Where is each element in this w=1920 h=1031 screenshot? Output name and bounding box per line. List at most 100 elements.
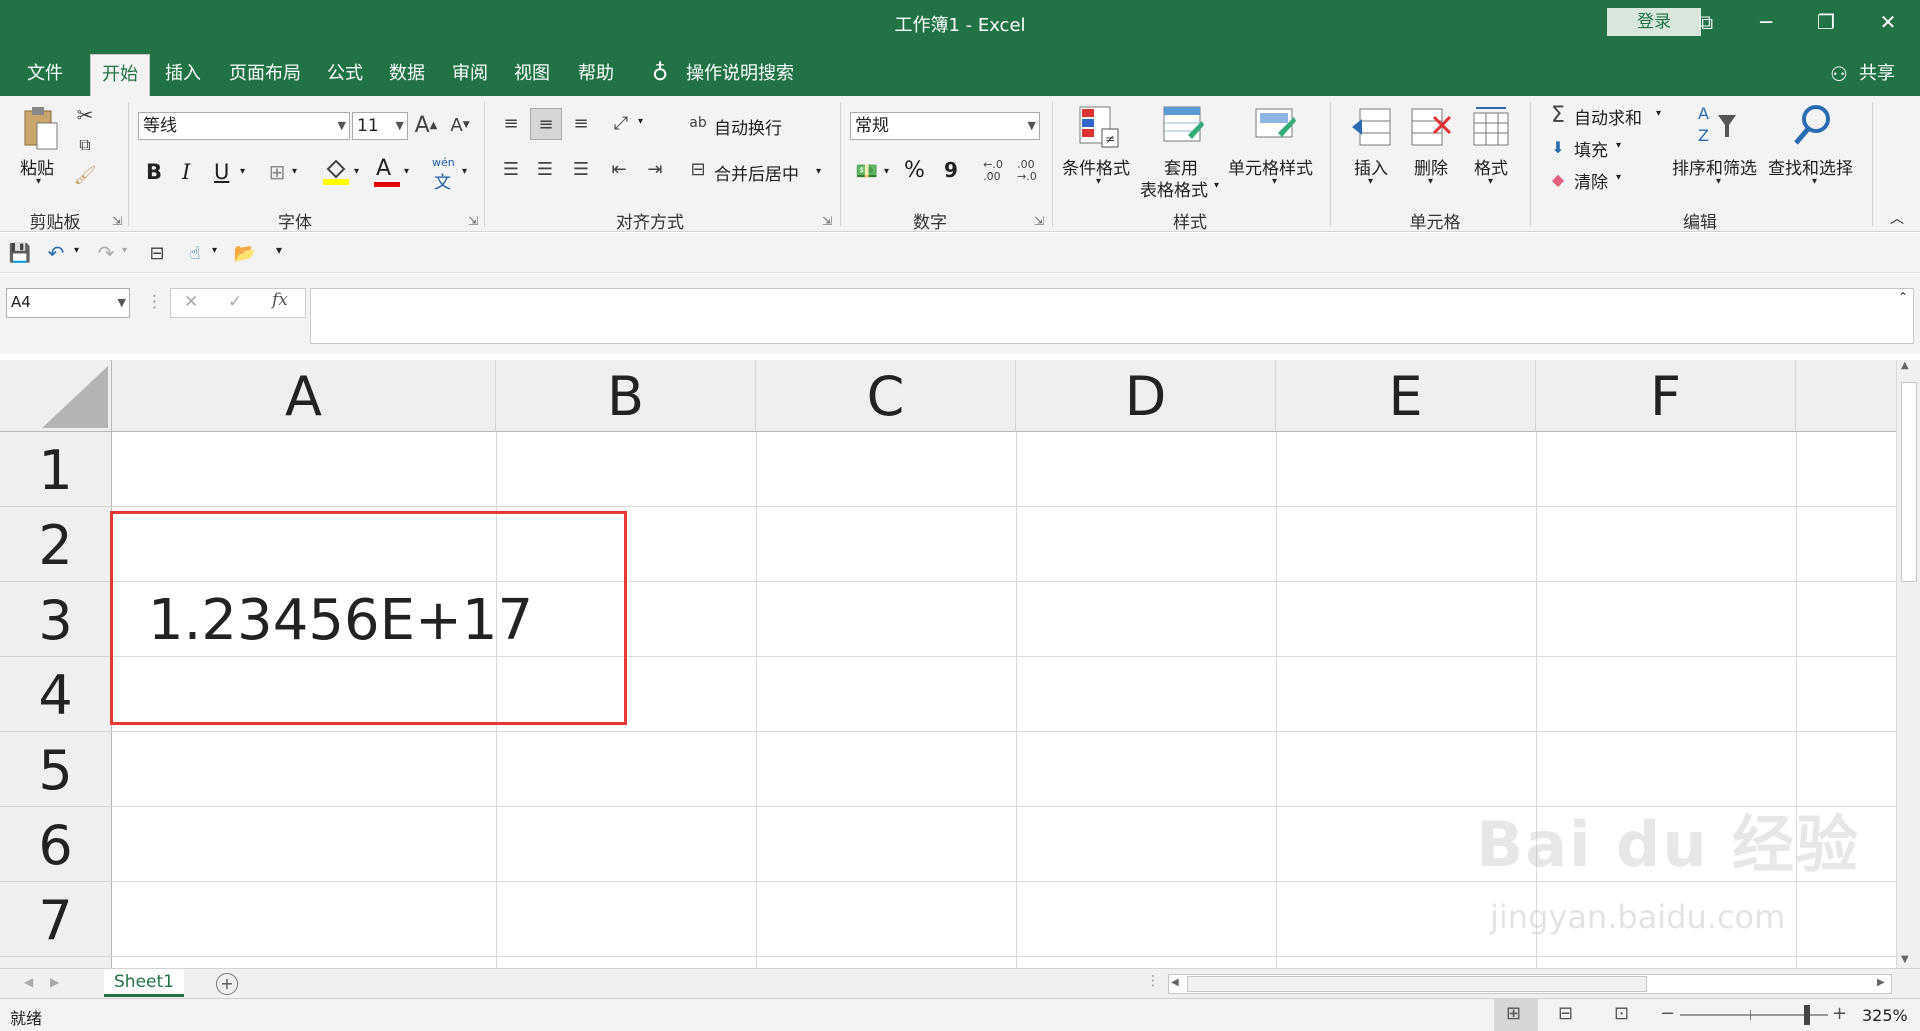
autosum-button[interactable]: 自动求和 [1574, 104, 1642, 129]
autosum-icon[interactable]: Σ [1546, 102, 1570, 128]
vertical-scroll-thumb[interactable] [1901, 382, 1917, 582]
scroll-down-icon[interactable]: ▼ [1901, 954, 1909, 965]
format-as-table-icon[interactable] [1160, 104, 1206, 150]
fill-color-dropdown-icon[interactable]: ▾ [354, 166, 359, 177]
scroll-left-icon[interactable]: ◀ [1171, 977, 1179, 988]
delete-cells-icon[interactable] [1408, 104, 1454, 150]
autosum-dropdown-icon[interactable]: ▾ [1656, 108, 1661, 119]
align-top-icon[interactable]: ≡ [496, 108, 526, 138]
cut-icon[interactable]: ✂ [72, 102, 98, 128]
open-folder-icon[interactable]: 📂 [232, 241, 258, 265]
collapse-ribbon-icon[interactable]: ︿ [1890, 208, 1904, 228]
touch-dropdown-icon[interactable]: ▾ [212, 245, 217, 256]
tab-home[interactable]: 开始 [90, 54, 150, 96]
clear-button[interactable]: 清除 [1574, 168, 1608, 193]
undo-dropdown-icon[interactable]: ▾ [74, 245, 79, 256]
orientation-dropdown-icon[interactable]: ▾ [638, 116, 643, 127]
insert-function-button[interactable]: fx [272, 290, 288, 310]
font-color-button[interactable]: A [376, 156, 391, 181]
row-header-4[interactable]: 4 [0, 657, 112, 732]
align-middle-icon[interactable]: ≡ [530, 108, 562, 140]
italic-button[interactable]: I [182, 160, 190, 184]
customize-qat-icon[interactable]: ▾ [276, 243, 282, 257]
restore-icon[interactable]: ❐ [1796, 0, 1856, 44]
accounting-dropdown-icon[interactable]: ▾ [884, 166, 889, 177]
cell-styles-icon[interactable] [1252, 104, 1298, 150]
column-header-e[interactable]: E [1276, 360, 1536, 432]
row-header-3[interactable]: 3 [0, 582, 112, 657]
zoom-out-icon[interactable]: − [1660, 1003, 1675, 1024]
number-format-select[interactable]: 常规 ▼ [850, 112, 1040, 140]
page-setup-icon[interactable]: ⊟ [144, 241, 170, 265]
paste-icon[interactable] [18, 104, 64, 154]
tab-page-layout[interactable]: 页面布局 [220, 54, 310, 96]
undo-icon[interactable]: ↶ [44, 241, 68, 265]
clipboard-launcher-icon[interactable]: ⇲ [112, 214, 122, 228]
border-icon[interactable]: ⊞ [264, 158, 290, 186]
percent-button[interactable]: % [904, 158, 925, 183]
align-left-icon[interactable]: ☰ [496, 154, 526, 184]
format-dropdown-icon[interactable]: ▾ [1488, 176, 1493, 187]
column-header-f[interactable]: F [1536, 360, 1796, 432]
paste-dropdown-icon[interactable]: ▾ [36, 176, 41, 187]
column-header-a[interactable]: A [112, 360, 496, 432]
horizontal-scrollbar[interactable]: ◀ ▶ [1168, 974, 1892, 994]
tab-split-grip-icon[interactable]: ⋮ [1146, 973, 1160, 989]
increase-indent-icon[interactable]: ⇥ [640, 154, 670, 184]
row-header-6[interactable]: 6 [0, 807, 112, 882]
cell-styles-button[interactable]: 单元格样式 [1228, 154, 1313, 179]
ribbon-display-icon[interactable]: ⧉ [1676, 0, 1736, 44]
phonetic-bottom[interactable]: 文 [434, 168, 451, 193]
sheet-prev-icon[interactable]: ◀ [24, 975, 33, 989]
cell-styles-dropdown-icon[interactable]: ▾ [1272, 176, 1277, 187]
add-sheet-icon[interactable]: + [216, 973, 238, 995]
confirm-entry-icon[interactable]: ✓ [228, 292, 242, 312]
share-person-icon[interactable]: ⚇ [1826, 54, 1852, 96]
comma-style-button[interactable]: 9 [944, 158, 958, 182]
row-header-8[interactable] [0, 957, 112, 968]
merge-center-button[interactable]: 合并后居中 [714, 160, 799, 185]
decrease-indent-icon[interactable]: ⇤ [604, 154, 634, 184]
clear-eraser-icon[interactable]: ◆ [1546, 166, 1570, 192]
save-icon[interactable]: 💾 [8, 241, 32, 265]
horizontal-scroll-thumb[interactable] [1187, 976, 1647, 992]
clear-dropdown-icon[interactable]: ▾ [1616, 172, 1621, 183]
insert-cells-icon[interactable] [1348, 104, 1394, 150]
grow-font-icon[interactable]: A ▲ [412, 110, 440, 140]
align-right-icon[interactable]: ☰ [566, 154, 596, 184]
tab-view[interactable]: 视图 [504, 54, 560, 96]
zoom-in-icon[interactable]: + [1832, 1003, 1847, 1024]
shrink-font-icon[interactable]: A ▼ [446, 110, 474, 140]
delete-dropdown-icon[interactable]: ▾ [1428, 176, 1433, 187]
wrap-text-icon[interactable]: ab [686, 110, 710, 136]
copy-icon[interactable]: ⧉ [72, 132, 98, 158]
fill-color-icon[interactable] [322, 156, 350, 186]
merge-center-icon[interactable]: ⊟ [686, 156, 710, 182]
share-button[interactable]: 共享 [1852, 54, 1902, 96]
phonetic-dropdown-icon[interactable]: ▾ [462, 166, 467, 177]
align-center-icon[interactable]: ☰ [530, 154, 560, 184]
touch-mode-icon[interactable]: ☝ [182, 241, 208, 265]
normal-view-icon[interactable]: ⊞ [1494, 999, 1538, 1031]
orientation-icon[interactable]: ⤢ [606, 108, 636, 138]
tab-help[interactable]: 帮助 [566, 54, 626, 96]
tab-formulas[interactable]: 公式 [318, 54, 372, 96]
format-as-table-label-2[interactable]: 表格格式 [1140, 176, 1208, 201]
format-painter-icon[interactable]: 🖌 [72, 162, 98, 188]
row-header-2[interactable]: 2 [0, 507, 112, 582]
find-select-icon[interactable] [1790, 102, 1836, 148]
find-select-button[interactable]: 查找和选择 [1768, 154, 1853, 179]
row-header-7[interactable]: 7 [0, 882, 112, 957]
find-dropdown-icon[interactable]: ▾ [1812, 176, 1817, 187]
tab-data[interactable]: 数据 [380, 54, 434, 96]
conditional-dropdown-icon[interactable]: ▾ [1096, 176, 1101, 187]
scroll-right-icon[interactable]: ▶ [1877, 977, 1885, 988]
sort-dropdown-icon[interactable]: ▾ [1716, 176, 1721, 187]
tab-insert[interactable]: 插入 [154, 54, 212, 96]
insert-dropdown-icon[interactable]: ▾ [1368, 176, 1373, 187]
vertical-scrollbar[interactable]: ▲ ▼ [1896, 360, 1920, 968]
close-icon[interactable]: ✕ [1856, 0, 1920, 44]
column-header-g[interactable] [1796, 360, 1896, 432]
zoom-level[interactable]: 325% [1862, 1006, 1908, 1025]
number-launcher-icon[interactable]: ⇲ [1034, 214, 1044, 228]
